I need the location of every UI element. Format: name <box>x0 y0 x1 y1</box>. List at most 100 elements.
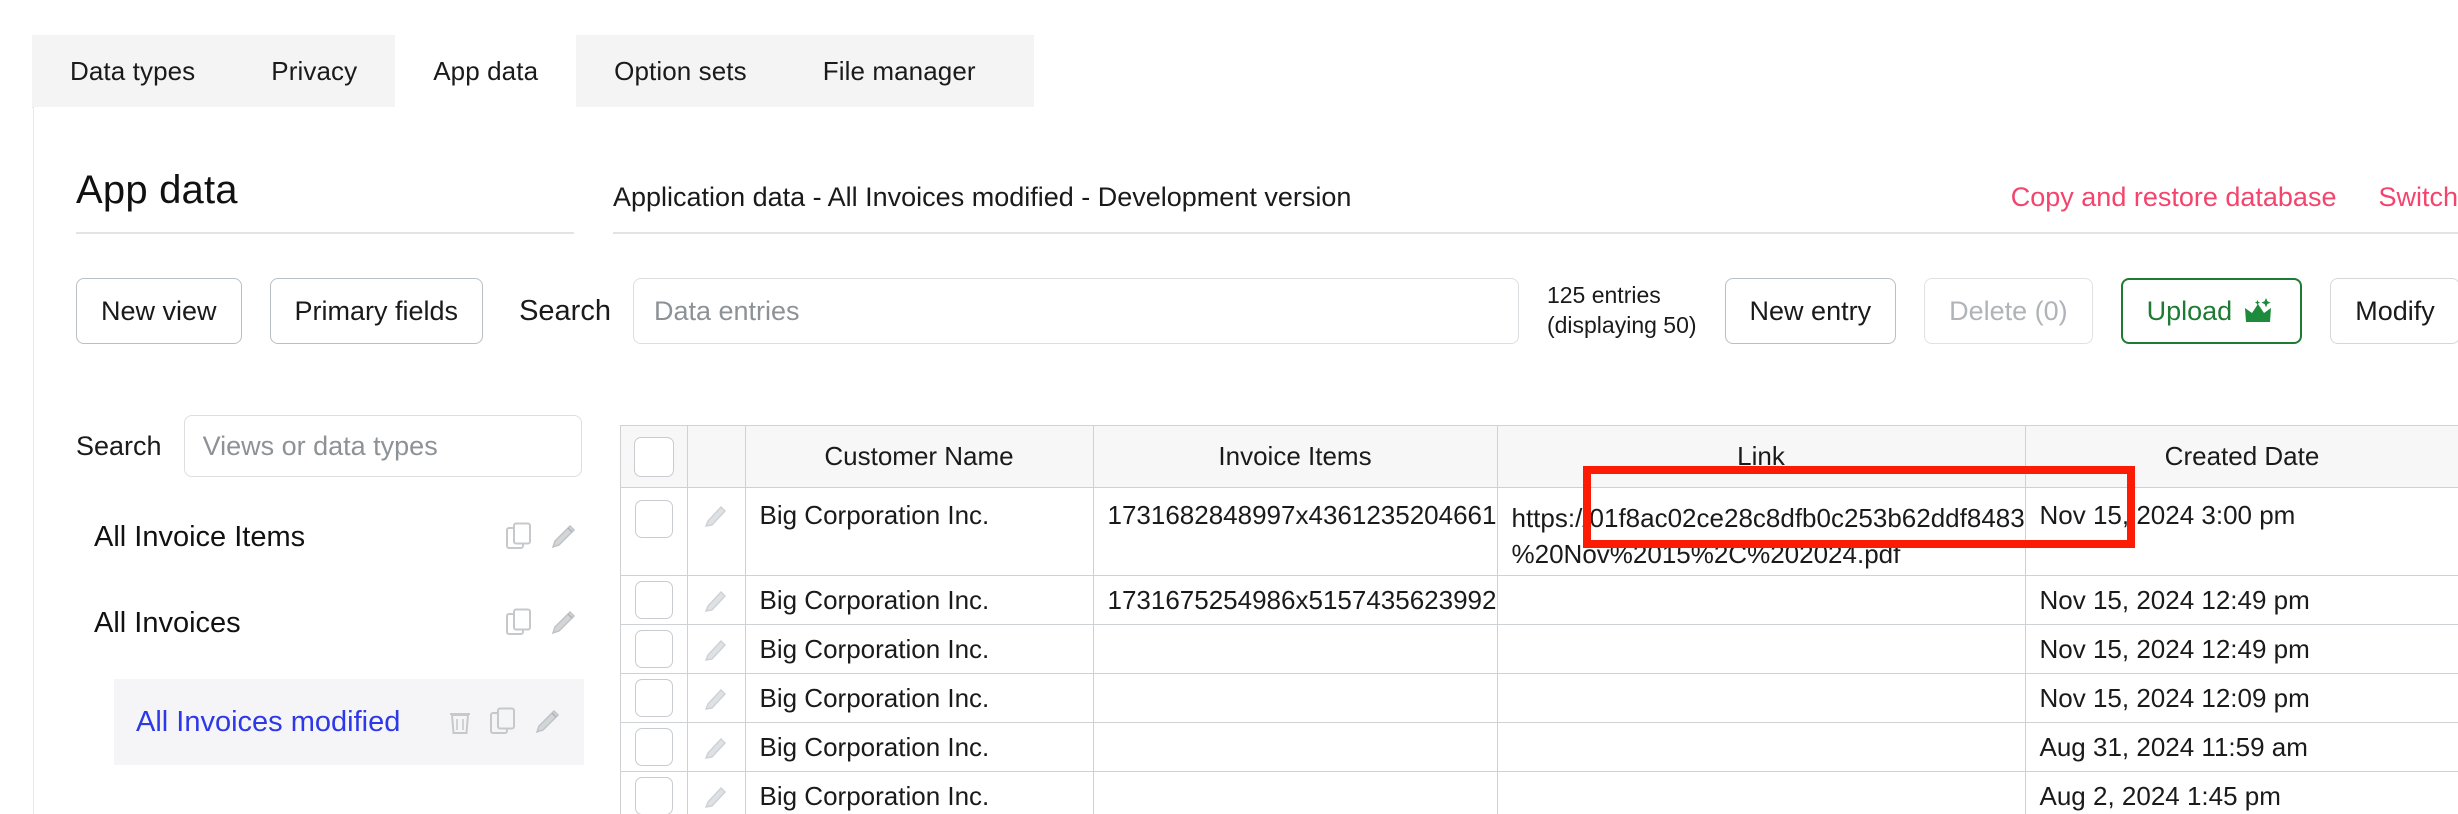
row-checkbox[interactable] <box>635 777 673 814</box>
upload-button-label: Upload <box>2147 296 2233 327</box>
edit-col-header <box>687 426 745 488</box>
view-item-label: All Invoices modified <box>136 706 400 739</box>
select-all-checkbox[interactable] <box>634 437 674 477</box>
col-header-invoice-items[interactable]: Invoice Items <box>1093 426 1497 488</box>
cell-created-date: Nov 15, 2024 12:09 pm <box>2025 674 2458 723</box>
modify-button[interactable]: Modify <box>2330 278 2458 344</box>
subtitle-rule <box>613 232 2458 234</box>
breadcrumb-subtitle: Application data - All Invoices modified… <box>613 182 1351 213</box>
cell-invoice-items: 1731675254986x515743562399219700 <box>1093 576 1497 625</box>
views-search-input[interactable] <box>184 415 582 477</box>
table-row[interactable]: Big Corporation Inc. 1731675254986x51574… <box>621 576 2458 625</box>
trash-icon[interactable] <box>446 707 474 737</box>
table-body: Big Corporation Inc. 1731682848997x43612… <box>621 488 2458 814</box>
view-item-label: All Invoice Items <box>94 521 305 554</box>
app-root: Data types Privacy App data Option sets … <box>0 0 2458 814</box>
search-label: Search <box>519 295 611 328</box>
row-select-cell <box>621 625 687 674</box>
pencil-icon[interactable] <box>703 503 729 531</box>
switch-link[interactable]: Switch <box>2378 182 2458 213</box>
cell-customer-name: Big Corporation Inc. <box>745 488 1093 576</box>
copy-icon[interactable] <box>506 522 534 552</box>
pencil-icon[interactable] <box>534 707 562 737</box>
row-checkbox[interactable] <box>635 581 673 619</box>
table-row[interactable]: Big Corporation Inc. Nov 15, 2024 12:09 … <box>621 674 2458 723</box>
view-item-actions <box>506 522 578 552</box>
tab-option-sets[interactable]: Option sets <box>576 35 785 107</box>
row-edit-cell <box>687 625 745 674</box>
table-row[interactable]: Big Corporation Inc. Aug 2, 2024 1:45 pm <box>621 772 2458 814</box>
new-view-button[interactable]: New view <box>76 278 242 344</box>
cell-invoice-items <box>1093 723 1497 772</box>
primary-fields-button[interactable]: Primary fields <box>270 278 484 344</box>
link-line-1: https://01f8ac02ce28c8dfb0c253b62ddf8483… <box>1512 500 2011 536</box>
cell-created-date: Aug 2, 2024 1:45 pm <box>2025 772 2458 814</box>
row-checkbox[interactable] <box>635 630 673 668</box>
view-item-actions <box>506 608 578 638</box>
main-tabs: Data types Privacy App data Option sets … <box>32 35 1034 107</box>
tabbar-filler <box>1014 35 1034 107</box>
cell-created-date: Aug 31, 2024 11:59 am <box>2025 723 2458 772</box>
pencil-icon[interactable] <box>703 784 729 812</box>
pencil-icon[interactable] <box>703 735 729 763</box>
cell-link: https://01f8ac02ce28c8dfb0c253b62ddf8483… <box>1497 488 2025 576</box>
cell-invoice-items: 1731682848997x436123520466157600 <box>1093 488 1497 576</box>
tab-privacy[interactable]: Privacy <box>233 35 395 107</box>
delete-button[interactable]: Delete (0) <box>1924 278 2093 344</box>
cell-created-date: Nov 15, 2024 12:49 pm <box>2025 625 2458 674</box>
pencil-icon[interactable] <box>703 686 729 714</box>
table-row[interactable]: Big Corporation Inc. 1731682848997x43612… <box>621 488 2458 576</box>
pencil-icon[interactable] <box>550 522 578 552</box>
tab-app-data[interactable]: App data <box>395 35 576 107</box>
cell-link <box>1497 576 2025 625</box>
view-item-all-invoices[interactable]: All Invoices <box>76 597 606 649</box>
col-header-link[interactable]: Link <box>1497 426 2025 488</box>
pencil-icon[interactable] <box>703 637 729 665</box>
row-edit-cell <box>687 772 745 814</box>
col-header-created-date[interactable]: Created Date <box>2025 426 2458 488</box>
row-checkbox[interactable] <box>635 500 673 538</box>
entries-count: 125 entries (displaying 50) <box>1547 281 1697 341</box>
cell-link <box>1497 723 2025 772</box>
pencil-icon[interactable] <box>550 608 578 638</box>
col-header-customer-name[interactable]: Customer Name <box>745 426 1093 488</box>
pencil-icon[interactable] <box>703 588 729 616</box>
table-row[interactable]: Big Corporation Inc. Nov 15, 2024 12:49 … <box>621 625 2458 674</box>
table-header-row: Customer Name Invoice Items Link Created… <box>621 426 2458 488</box>
select-all-header <box>621 426 687 488</box>
entries-total: 125 entries <box>1547 281 1697 311</box>
cell-customer-name: Big Corporation Inc. <box>745 576 1093 625</box>
cell-created-date: Nov 15, 2024 3:00 pm <box>2025 488 2458 576</box>
search-input[interactable] <box>633 278 1519 344</box>
row-edit-cell <box>687 723 745 772</box>
copy-icon[interactable] <box>506 608 534 638</box>
header-links: Copy and restore database Switch <box>2011 182 2458 213</box>
cell-customer-name: Big Corporation Inc. <box>745 674 1093 723</box>
copy-and-restore-database-link[interactable]: Copy and restore database <box>2011 182 2337 213</box>
cell-link <box>1497 674 2025 723</box>
views-search-row: Search <box>76 415 606 477</box>
view-item-label: All Invoices <box>94 607 241 640</box>
row-checkbox[interactable] <box>635 679 673 717</box>
row-select-cell <box>621 674 687 723</box>
new-entry-button[interactable]: New entry <box>1725 278 1897 344</box>
page-title-rule <box>76 232 574 234</box>
tab-data-types[interactable]: Data types <box>32 35 233 107</box>
row-select-cell <box>621 488 687 576</box>
row-checkbox[interactable] <box>635 728 673 766</box>
cell-link <box>1497 625 2025 674</box>
cell-invoice-items <box>1093 772 1497 814</box>
copy-icon[interactable] <box>490 707 518 737</box>
tab-file-manager[interactable]: File manager <box>785 35 1014 107</box>
link-cell-inner: https://01f8ac02ce28c8dfb0c253b62ddf8483… <box>1512 500 2011 572</box>
entries-displaying: (displaying 50) <box>1547 311 1697 341</box>
view-item-all-invoice-items[interactable]: All Invoice Items <box>76 511 606 563</box>
view-item-all-invoices-modified[interactable]: All Invoices modified <box>114 679 584 765</box>
cell-created-date: Nov 15, 2024 12:49 pm <box>2025 576 2458 625</box>
data-table-container: Customer Name Invoice Items Link Created… <box>620 425 2458 814</box>
cell-invoice-items <box>1093 625 1497 674</box>
upload-button[interactable]: Upload <box>2121 278 2303 344</box>
table-head: Customer Name Invoice Items Link Created… <box>621 426 2458 488</box>
table-row[interactable]: Big Corporation Inc. Aug 31, 2024 11:59 … <box>621 723 2458 772</box>
row-select-cell <box>621 576 687 625</box>
